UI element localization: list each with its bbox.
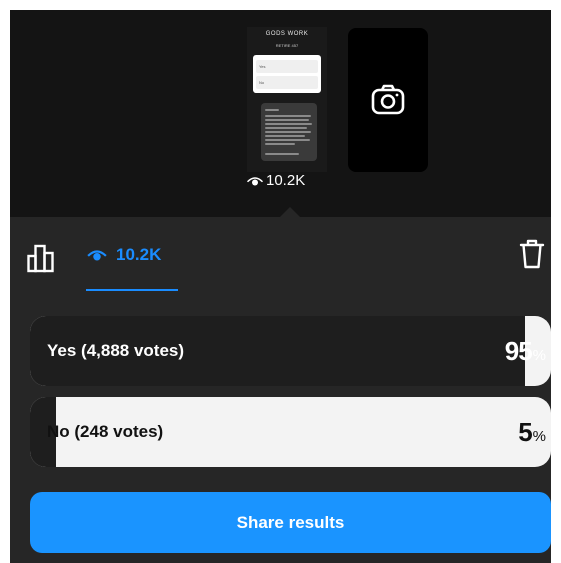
selected-story-caret [280,207,300,217]
share-results-button[interactable]: Share results [30,492,551,553]
camera-icon [371,84,405,115]
poll-result-percent: 5% [518,417,546,447]
story-notes-screenshot [261,103,317,161]
tab-views-label: 10.2K [116,245,162,264]
eye-icon [246,176,264,185]
story-views-label: 10.2K [266,172,306,189]
story-views-count: 10.2K [246,172,305,189]
story-poll-sticker: Yes No [253,55,321,93]
tab-views[interactable]: 10.2K [86,245,161,265]
add-story-camera-tile[interactable] [348,28,428,172]
trash-icon[interactable] [519,238,545,270]
story-poll-option-no: No [256,76,318,89]
poll-result-no: No (248 votes) 5% [30,397,551,467]
story-preview-area: GODS WORK RETIRE 457 Yes No 10.2K [10,10,551,217]
poll-result-label: Yes (4,888 votes) [47,341,185,360]
story-title: GODS WORK [265,31,309,37]
story-thumbnail[interactable]: GODS WORK RETIRE 457 Yes No [247,27,327,172]
poll-results-screen: GODS WORK RETIRE 457 Yes No 10.2K 10.2K … [10,10,551,563]
poll-result-percent: 95% [504,336,546,366]
poll-result-yes: Yes (4,888 votes) 95% [30,316,551,386]
story-poll-option-yes: Yes [256,60,318,73]
active-tab-indicator [86,289,178,291]
poll-result-label: No (248 votes) [47,422,164,441]
bar-chart-icon[interactable] [27,243,55,273]
story-subtitle: RETIRE 457 [275,43,299,48]
eye-icon [87,250,107,261]
